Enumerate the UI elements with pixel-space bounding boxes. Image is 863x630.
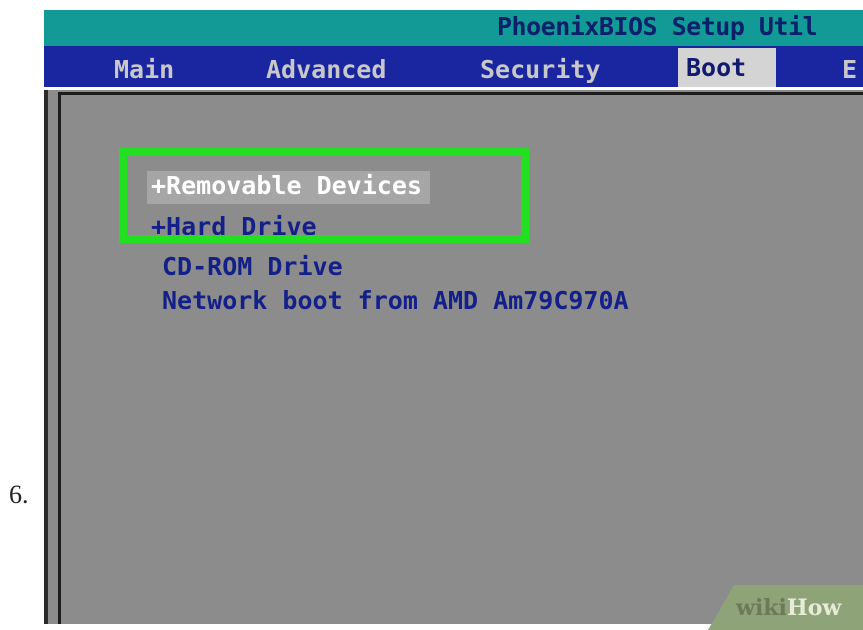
bios-menu-bar: Main Advanced Security Boot E xyxy=(44,46,863,90)
boot-item-network-boot[interactable]: Network boot from AMD Am79C970A xyxy=(162,286,629,315)
bios-title: PhoenixBIOS Setup Util xyxy=(497,12,818,41)
boot-item-removable-devices[interactable]: +Removable Devices xyxy=(147,171,430,204)
boot-item-hard-drive[interactable]: +Hard Drive xyxy=(151,212,317,241)
tab-advanced[interactable]: Advanced xyxy=(266,52,386,87)
step-number: 6. xyxy=(9,480,29,509)
watermark-how: How xyxy=(786,595,842,621)
boot-item-cd-rom-drive[interactable]: CD-ROM Drive xyxy=(162,252,343,281)
tab-security[interactable]: Security xyxy=(480,52,600,87)
tab-boot[interactable]: Boot xyxy=(678,48,777,87)
tab-exit[interactable]: E xyxy=(842,52,857,87)
tab-main[interactable]: Main xyxy=(114,52,174,87)
wikihow-watermark: wikiHow xyxy=(736,595,841,621)
watermark-wiki: wiki xyxy=(736,595,787,621)
bios-title-bar: PhoenixBIOS Setup Util xyxy=(44,10,863,46)
bios-screenshot: PhoenixBIOS Setup Util Main Advanced Sec… xyxy=(44,10,863,624)
